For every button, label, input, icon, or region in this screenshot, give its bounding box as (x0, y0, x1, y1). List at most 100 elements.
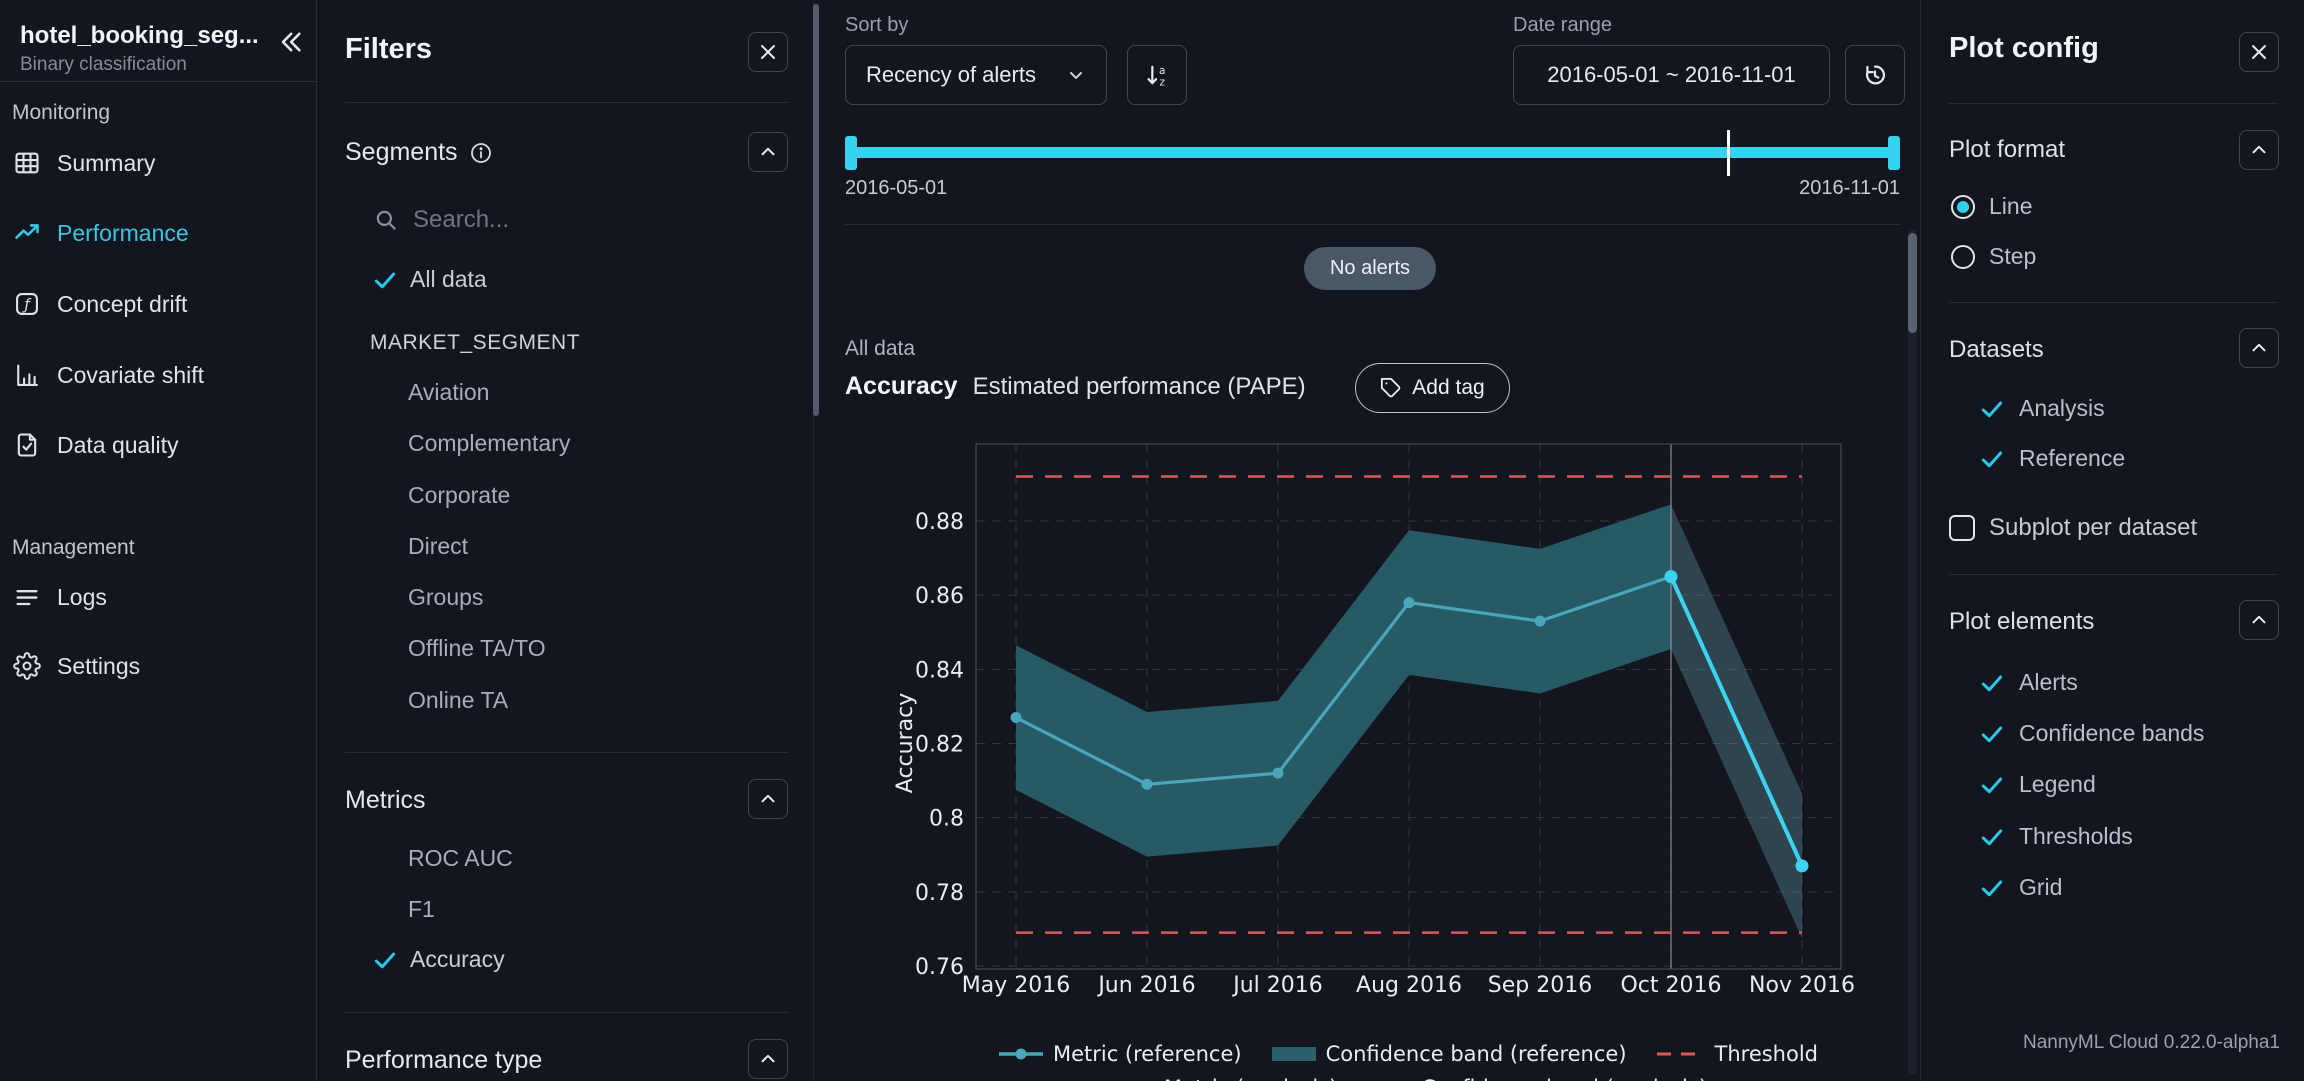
legend-metric-reference[interactable]: Metric (reference) (999, 1042, 1242, 1066)
info-icon[interactable] (469, 141, 493, 165)
date-slider-track[interactable] (845, 147, 1900, 158)
tag-icon (1380, 377, 1402, 399)
sidebar-item-data-quality[interactable]: Data quality (0, 423, 316, 467)
sidebar-item-performance[interactable]: Performance (0, 211, 316, 255)
chevron-up-icon (2248, 609, 2270, 631)
filters-panel: Filters Segments All data MARKET_SEGMENT… (317, 0, 814, 1081)
collapse-datasets-button[interactable] (2239, 328, 2279, 368)
document-check-icon (13, 431, 41, 459)
svg-text:ƒ: ƒ (21, 295, 32, 313)
collapse-plot-elements-button[interactable] (2239, 600, 2279, 640)
svg-text:Accuracy: Accuracy (893, 693, 918, 793)
close-filters-button[interactable] (748, 32, 788, 72)
radio-checked-icon (1951, 195, 1975, 219)
function-icon: ƒ (13, 290, 41, 318)
dataset-reference[interactable]: Reference (1979, 445, 2125, 472)
subplot-per-dataset-toggle[interactable]: Subplot per dataset (1949, 514, 2197, 542)
divider (345, 752, 788, 753)
sidebar-item-logs[interactable]: Logs (0, 575, 316, 619)
sidebar-item-concept-drift[interactable]: ƒ Concept drift (0, 282, 316, 326)
format-option-step[interactable]: Step (1951, 243, 2036, 270)
element-alerts[interactable]: Alerts (1979, 669, 2078, 696)
segment-option[interactable]: Corporate (408, 482, 510, 509)
svg-text:Sep 2016: Sep 2016 (1488, 973, 1592, 998)
segment-option[interactable]: Groups (408, 584, 483, 611)
slider-current-marker[interactable] (1727, 130, 1730, 176)
close-plot-config-button[interactable] (2239, 32, 2279, 72)
svg-text:Jun 2016: Jun 2016 (1096, 973, 1195, 998)
segments-search[interactable] (373, 206, 713, 234)
svg-text:0.8: 0.8 (929, 807, 964, 832)
divider (845, 224, 1900, 225)
chart-legend: Metric (reference) Confidence band (refe… (976, 1042, 1841, 1081)
performance-chart[interactable]: 0.880.860.840.820.80.780.76May 2016Jun 2… (890, 430, 1910, 1010)
svg-text:Oct 2016: Oct 2016 (1620, 973, 1721, 998)
element-legend[interactable]: Legend (1979, 771, 2096, 798)
element-confidence-bands[interactable]: Confidence bands (1979, 720, 2204, 747)
history-icon (1861, 61, 1889, 89)
chevron-down-icon (1066, 65, 1086, 85)
segment-all-data[interactable]: All data (372, 266, 487, 293)
sidebar-item-label: Settings (57, 653, 140, 680)
segment-option[interactable]: Aviation (408, 379, 489, 406)
collapse-sidebar-icon[interactable] (276, 28, 304, 61)
sidebar-item-settings[interactable]: Settings (0, 644, 316, 688)
filters-scrollbar[interactable] (813, 4, 819, 416)
checkbox-icon (1949, 515, 1975, 541)
legend-metric-analysis[interactable]: Metric (analysis) (1110, 1076, 1337, 1081)
metric-option[interactable]: F1 (408, 896, 435, 923)
collapse-metrics-button[interactable] (748, 779, 788, 819)
chevron-up-icon (757, 788, 779, 810)
sidebar-item-covariate-shift[interactable]: Covariate shift (0, 353, 316, 397)
reset-date-range-button[interactable] (1845, 45, 1905, 105)
version-label: NannyML Cloud 0.22.0-alpha1 (2023, 1032, 2280, 1054)
date-range-input[interactable]: 2016-05-01 ~ 2016-11-01 (1513, 45, 1830, 105)
date-range-label: Date range (1513, 14, 1612, 37)
segment-option[interactable]: Online TA (408, 687, 508, 714)
datasets-title: Datasets (1949, 336, 2044, 364)
slider-handle-end[interactable] (1888, 136, 1900, 170)
main-scrollbar[interactable] (1908, 233, 1917, 333)
legend-band-analysis[interactable]: Confidence band (analysis) (1367, 1076, 1707, 1081)
legend-band-reference[interactable]: Confidence band (reference) (1272, 1042, 1627, 1066)
add-tag-button[interactable]: Add tag (1355, 363, 1510, 413)
divider (1949, 302, 2278, 303)
svg-text:0.86: 0.86 (915, 584, 964, 609)
element-grid[interactable]: Grid (1979, 874, 2062, 901)
collapse-segments-button[interactable] (748, 132, 788, 172)
chevron-up-icon (2248, 139, 2270, 161)
sort-direction-button[interactable]: a z (1127, 45, 1187, 105)
sidebar-item-summary[interactable]: Summary (0, 141, 316, 185)
dataset-analysis[interactable]: Analysis (1979, 395, 2105, 422)
element-thresholds[interactable]: Thresholds (1979, 823, 2133, 850)
svg-text:Jul 2016: Jul 2016 (1231, 973, 1323, 998)
search-input[interactable] (413, 206, 713, 234)
sidebar-item-label: Logs (57, 584, 107, 611)
legend-threshold[interactable]: Threshold (1657, 1042, 1819, 1066)
sort-by-select[interactable]: Recency of alerts (845, 45, 1107, 105)
main-scrollbar-track[interactable] (1908, 230, 1917, 1075)
metric-option[interactable]: ROC AUC (408, 845, 513, 872)
radio-icon (1951, 245, 1975, 269)
segment-option[interactable]: Complementary (408, 430, 570, 457)
segments-section-title: Segments (345, 138, 493, 167)
svg-text:May 2016: May 2016 (962, 973, 1070, 998)
slider-handle-start[interactable] (845, 136, 857, 170)
sidebar-item-label: Data quality (57, 432, 178, 459)
logs-lines-icon (13, 583, 41, 611)
segment-option[interactable]: Direct (408, 533, 468, 560)
plot-segment-label: All data (845, 337, 915, 361)
segment-option[interactable]: Offline TA/TO (408, 635, 546, 662)
metric-option-selected[interactable]: Accuracy (372, 946, 505, 973)
collapse-plot-format-button[interactable] (2239, 130, 2279, 170)
check-icon (372, 267, 398, 293)
bar-chart-icon (13, 361, 41, 389)
format-option-line[interactable]: Line (1951, 193, 2032, 220)
svg-text:0.78: 0.78 (915, 881, 964, 906)
sidebar: hotel_booking_seg... Binary classificati… (0, 0, 317, 1081)
divider (1949, 103, 2278, 104)
filters-title: Filters (345, 33, 432, 66)
svg-text:z: z (1159, 77, 1165, 89)
check-icon (1979, 772, 2005, 798)
collapse-performance-type-button[interactable] (748, 1039, 788, 1079)
